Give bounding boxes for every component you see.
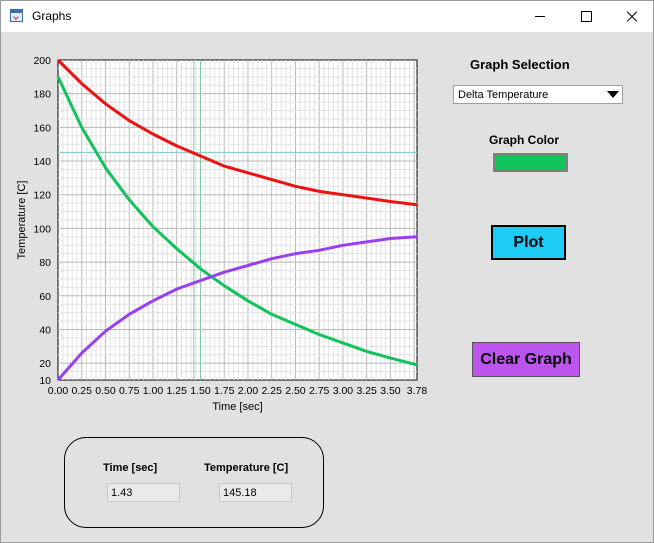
y-tick-label: 100 [33, 223, 51, 235]
graph-color-fill [495, 155, 566, 170]
app-graph-icon[interactable] [10, 9, 23, 22]
x-tick-label: 3.78 [407, 385, 428, 397]
y-tick-label: 20 [39, 358, 51, 370]
y-tick-label: 200 [33, 55, 51, 67]
time-value-field[interactable]: 1.43 [107, 483, 180, 502]
graph-selection-dropdown[interactable]: Delta Temperature [453, 85, 623, 104]
cursor-readout-panel: Time [sec] Temperature [C] 1.43 145.18 [64, 437, 324, 528]
graph-color-swatch[interactable] [493, 153, 568, 172]
x-tick-label: 1.50 [190, 385, 211, 397]
y-tick-label: 160 [33, 122, 51, 134]
graph-color-label: Graph Color [489, 133, 560, 147]
graph-selection-value: Delta Temperature [458, 89, 549, 101]
x-tick-label: 0.50 [95, 385, 116, 397]
x-tick-label: 1.00 [143, 385, 164, 397]
temperature-value-field[interactable]: 145.18 [219, 483, 292, 502]
maximize-button[interactable] [563, 1, 609, 32]
x-tick-label: 1.25 [166, 385, 187, 397]
graphs-window: Graphs 0.00 0.25 0.50 0.75 1.00 1.25 1.50 1.75 2… [0, 0, 654, 543]
dropdown-arrow-icon[interactable] [607, 91, 619, 98]
y-tick-label: 80 [39, 257, 51, 269]
x-tick-label: 0.25 [72, 385, 93, 397]
close-button[interactable] [609, 1, 654, 32]
y-tick-label: 60 [39, 291, 51, 303]
temperature-graph[interactable]: 0.00 0.25 0.50 0.75 1.00 1.25 1.50 1.75 2.00 2.25… [1, 32, 431, 422]
x-tick-label: 2.00 [238, 385, 259, 397]
x-tick-label: 1.75 [214, 385, 235, 397]
y-tick-label: 10 [39, 375, 51, 387]
time-label: Time [sec] [103, 462, 158, 474]
minimize-button[interactable] [517, 1, 563, 32]
y-tick-label: 40 [39, 324, 51, 336]
x-tick-label: 0.75 [119, 385, 140, 397]
temperature-label: Temperature [C] [204, 462, 289, 474]
y-tick-label: 180 [33, 89, 51, 101]
x-tick-label: 2.50 [285, 385, 306, 397]
plot-button[interactable]: Plot [491, 225, 566, 260]
y-axis-label: Temperature [C] [16, 181, 28, 260]
y-tick-label: 140 [33, 156, 51, 168]
x-tick-label: 2.25 [261, 385, 282, 397]
clear-graph-button[interactable]: Clear Graph [472, 342, 580, 377]
x-tick-label: 3.50 [380, 385, 401, 397]
graph-selection-label: Graph Selection [470, 57, 570, 72]
x-axis-label: Time [sec] [212, 401, 262, 413]
y-tick-label: 120 [33, 190, 51, 202]
x-tick-label: 2.75 [309, 385, 330, 397]
title-bar[interactable]: Graphs [1, 1, 653, 32]
x-tick-label: 3.00 [333, 385, 354, 397]
window-title: Graphs [32, 9, 72, 23]
x-tick-label: 3.25 [356, 385, 377, 397]
